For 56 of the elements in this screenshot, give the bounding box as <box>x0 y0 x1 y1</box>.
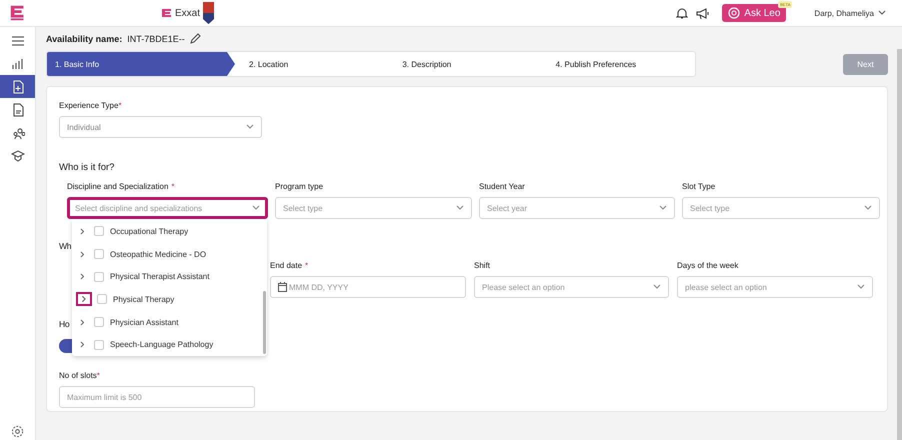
step-tab[interactable]: 2. Location <box>235 52 388 76</box>
step-tab[interactable]: 1. Basic Info <box>47 52 235 76</box>
checkbox[interactable] <box>94 340 104 350</box>
brand-mark-icon <box>162 8 172 18</box>
field-label: Days of the week <box>677 261 738 270</box>
calendar-icon <box>278 282 287 292</box>
required-mark: * <box>96 371 100 380</box>
pencil-icon[interactable] <box>190 33 201 44</box>
field-label: End date <box>270 261 302 270</box>
chevron-down-icon <box>456 205 464 211</box>
section-heading: Who is it for? <box>59 162 114 173</box>
field-label: Experience Type <box>59 101 118 110</box>
bell-icon[interactable] <box>676 6 688 20</box>
option-label[interactable]: Physical Therapist Assistant <box>110 272 210 282</box>
chevron-down-icon <box>252 205 260 211</box>
required-mark: * <box>171 182 175 191</box>
option-label[interactable]: Osteopathic Medicine - DO <box>110 250 206 259</box>
field-label: Student Year <box>479 182 525 191</box>
step-tab[interactable]: 3. Description <box>388 52 542 76</box>
chevron-down-icon <box>878 10 886 16</box>
chevron-down-icon <box>857 284 865 290</box>
field-label: Shift <box>474 261 490 270</box>
chevron-down-icon <box>864 205 872 211</box>
chevron-down-icon <box>653 284 661 290</box>
checkbox[interactable] <box>94 317 104 328</box>
option-label[interactable]: Physician Assistant <box>110 318 178 327</box>
availability-name: INT-7BDE1E-- <box>127 34 185 44</box>
field-label: Discipline and Specialization <box>67 182 168 191</box>
field-label: No of slots <box>59 371 97 380</box>
chevron-down-icon <box>659 205 667 211</box>
checkbox[interactable] <box>94 272 104 282</box>
option-label[interactable]: Occupational Therapy <box>110 226 188 236</box>
expand-chevron-icon[interactable] <box>77 293 91 306</box>
award-badge-icon <box>203 2 214 24</box>
sidebar-add-file-icon[interactable] <box>0 75 35 98</box>
experience-type-select[interactable]: Individual <box>59 116 262 138</box>
section-heading: Ho <box>59 319 70 329</box>
field-label: Program type <box>275 182 324 191</box>
section-heading: Wh <box>59 241 72 251</box>
option-label[interactable]: Physical Therapy <box>113 294 174 304</box>
scrollbar-thumb[interactable] <box>263 291 266 354</box>
checkbox[interactable] <box>97 294 107 304</box>
required-mark: * <box>305 261 308 270</box>
required-mark: * <box>118 101 122 110</box>
settings-icon[interactable] <box>11 425 24 438</box>
user-menu[interactable]: Darp, Dhameliya <box>808 8 892 18</box>
option-label[interactable]: Speech-Language Pathology <box>110 340 214 350</box>
megaphone-icon[interactable] <box>696 6 710 20</box>
checkbox[interactable] <box>94 249 104 260</box>
checkbox[interactable] <box>94 226 104 236</box>
brand-name: Exxat <box>175 8 200 18</box>
field-label: Slot Type <box>682 182 716 191</box>
step-tab[interactable]: 4. Publish Preferences <box>542 52 695 76</box>
page-scrollbar[interactable] <box>897 49 902 440</box>
availability-label: Availability name: <box>46 34 122 44</box>
chevron-down-icon <box>246 124 254 130</box>
